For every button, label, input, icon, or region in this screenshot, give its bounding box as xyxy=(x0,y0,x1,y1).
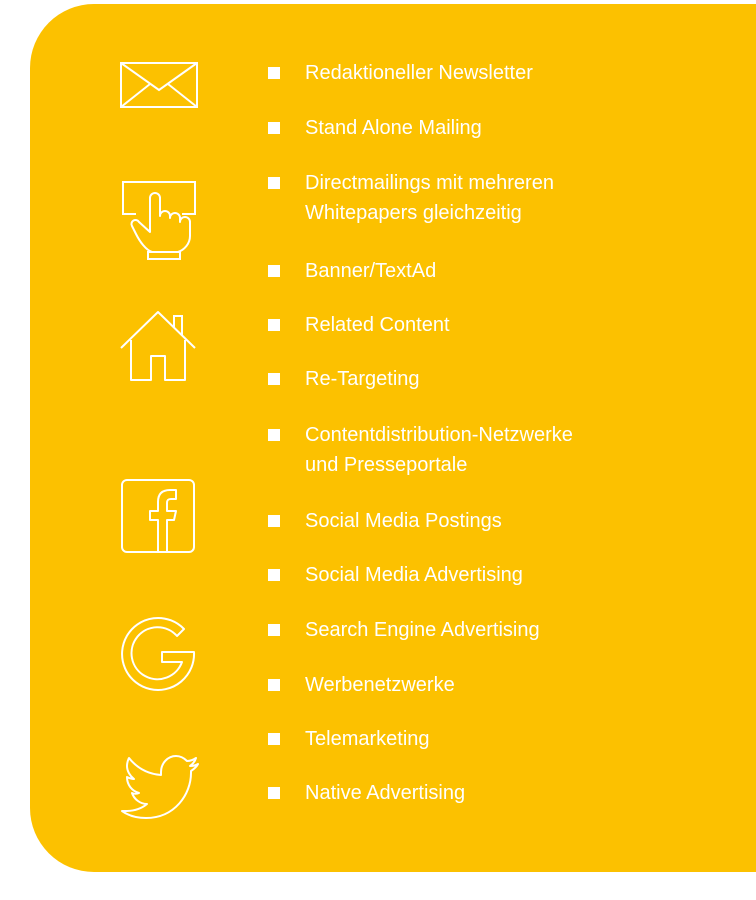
list-item-label: Social Media Postings xyxy=(305,510,502,532)
bullet-square xyxy=(268,319,280,331)
list-item-label: Re-Targeting xyxy=(305,368,420,390)
twitter-icon xyxy=(120,754,200,820)
list-item-label-line2: Whitepapers gleichzeitig xyxy=(305,202,522,224)
bullet-square xyxy=(268,177,280,189)
bullet-square xyxy=(268,373,280,385)
list-item-label: Contentdistribution-Netzwerke xyxy=(305,424,573,446)
bullet-square xyxy=(268,679,280,691)
bullet-square xyxy=(268,624,280,636)
list-item-label: Social Media Advertising xyxy=(305,564,523,586)
list-item-label: Stand Alone Mailing xyxy=(305,117,482,139)
list-item-label: Banner/TextAd xyxy=(305,260,437,282)
facebook-icon xyxy=(120,478,196,554)
bullet-square xyxy=(268,733,280,745)
list-item-label-line2: und Presseportale xyxy=(305,454,468,476)
hand-click-icon xyxy=(120,178,198,260)
bullet-square xyxy=(268,67,280,79)
bullet-square xyxy=(268,265,280,277)
house-icon xyxy=(118,306,198,382)
list-item-label: Redaktioneller Newsletter xyxy=(305,62,533,84)
bullet-square xyxy=(268,429,280,441)
envelope-icon xyxy=(120,62,198,108)
bullet-square xyxy=(268,787,280,799)
list-item-label: Search Engine Advertising xyxy=(305,619,540,641)
bullet-square xyxy=(268,122,280,134)
bullet-square xyxy=(268,569,280,581)
list-item-label: Telemarketing xyxy=(305,728,430,750)
google-icon xyxy=(118,612,198,692)
bullet-square xyxy=(268,515,280,527)
list-item-label: Related Content xyxy=(305,314,450,336)
list-item-label: Directmailings mit mehreren xyxy=(305,172,554,194)
list-item-label: Native Advertising xyxy=(305,782,466,804)
list-item-label: Werbenetzwerke xyxy=(305,674,455,696)
